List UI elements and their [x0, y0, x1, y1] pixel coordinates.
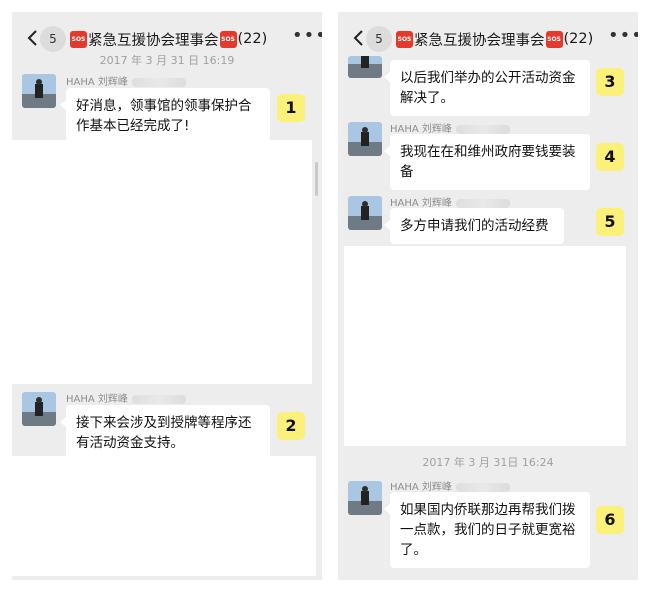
- chat-title: SOS 紧急互援协会理事会 SOS (22): [70, 26, 267, 52]
- avatar-photo: [348, 481, 382, 515]
- avatar[interactable]: [348, 56, 382, 78]
- avatar[interactable]: [22, 392, 56, 426]
- message-bubble[interactable]: 以后我们举办的公开活动资金解决了。: [384, 60, 590, 116]
- message-bubble[interactable]: 接下来会涉及到授牌等程序还有活动资金支持。: [60, 405, 270, 461]
- avatar[interactable]: [348, 196, 382, 230]
- chat-title: SOS 紧急互援协会理事会 SOS (22): [396, 26, 593, 52]
- redacted-area: [12, 456, 316, 576]
- avatar[interactable]: [348, 481, 382, 515]
- marker-5: 5: [596, 208, 624, 236]
- sos-icon: SOS: [219, 30, 237, 48]
- marker-6: 6: [596, 506, 624, 534]
- left-chat-screenshot: 5 SOS 紧急互援协会理事会 SOS (22) ••• 2017 年 3 月 …: [12, 12, 322, 580]
- avatar-photo: [22, 392, 56, 426]
- right-chat-screenshot: 5 SOS 紧急互援协会理事会 SOS (22) ••• 以后我们举办的公开活动…: [338, 12, 638, 580]
- redaction-blur: [131, 77, 186, 87]
- message-bubble[interactable]: 好消息，领事馆的领事保护合作基本已经完成了!: [60, 88, 270, 144]
- group-name: 紧急互援协会理事会: [88, 32, 219, 49]
- message-bubble[interactable]: 我现在在和维州政府要钱要装备: [384, 134, 590, 190]
- sender-name: HAHA 刘辉峰: [66, 73, 186, 88]
- message-bubble[interactable]: 多方申请我们的活动经费: [384, 208, 564, 244]
- scrollbar[interactable]: [315, 162, 318, 196]
- timestamp: 2017 年 3 月 31 日 16:19: [99, 54, 235, 67]
- avatar-photo: [348, 122, 382, 156]
- more-dots-icon[interactable]: •••: [608, 27, 638, 45]
- sender-name: HAHA 刘辉峰: [390, 194, 510, 209]
- redaction-blur: [131, 394, 186, 404]
- sos-icon: SOS: [545, 30, 563, 48]
- avatar[interactable]: [348, 122, 382, 156]
- unread-count-badge[interactable]: 5: [366, 26, 392, 52]
- marker-1: 1: [277, 94, 305, 122]
- redaction-blur: [455, 482, 510, 492]
- sender-name: HAHA 刘辉峰: [390, 478, 510, 493]
- avatar-photo: [348, 196, 382, 230]
- chat-header: 5 SOS 紧急互援协会理事会 SOS (22) •••: [338, 12, 638, 64]
- redaction-blur: [455, 198, 510, 208]
- avatar-photo: [22, 74, 56, 108]
- member-count: (22): [237, 31, 268, 47]
- member-count: (22): [563, 31, 594, 47]
- redacted-area: [344, 246, 626, 446]
- sos-icon: SOS: [396, 30, 413, 48]
- avatar[interactable]: [22, 74, 56, 108]
- marker-3: 3: [596, 68, 624, 96]
- sos-icon: SOS: [70, 30, 87, 48]
- marker-4: 4: [596, 143, 624, 171]
- avatar-photo: [348, 56, 382, 78]
- more-dots-icon[interactable]: •••: [292, 27, 322, 45]
- sender-name: HAHA 刘辉峰: [66, 390, 186, 405]
- message-bubble[interactable]: 如果国内侨联那边再帮我们拨一点款，我们的日子就更宽裕了。: [384, 492, 590, 568]
- timestamp: 2017 年 3 月 31日 16:24: [422, 456, 554, 469]
- group-name: 紧急互援协会理事会: [414, 32, 545, 49]
- marker-2: 2: [277, 412, 305, 440]
- redaction-blur: [455, 124, 510, 134]
- unread-count-badge[interactable]: 5: [40, 26, 66, 52]
- redacted-area: [12, 140, 312, 384]
- sender-name: HAHA 刘辉峰: [390, 120, 510, 135]
